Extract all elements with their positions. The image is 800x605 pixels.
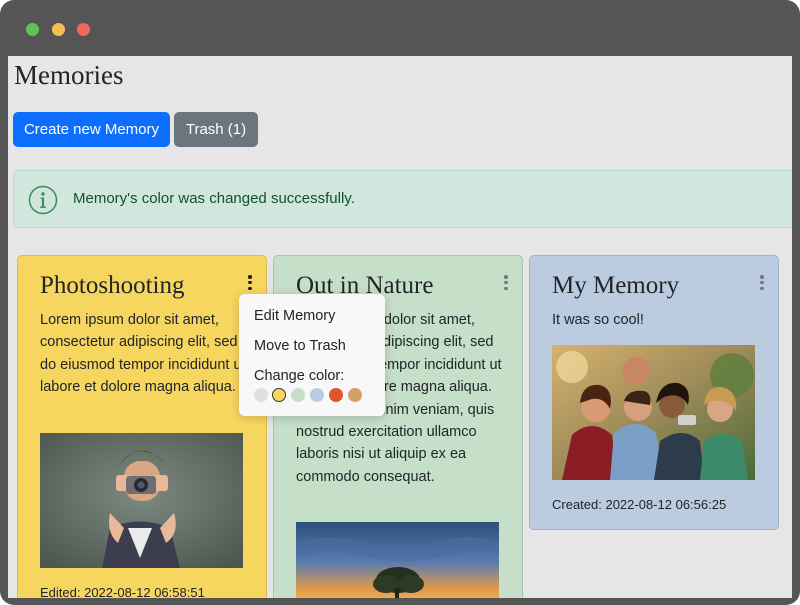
window-maximize-button[interactable] (52, 23, 65, 36)
change-color-label: Change color: (254, 368, 345, 384)
card-context-menu: Edit Memory Move to Trash Change color: (239, 294, 385, 416)
card-image-friends-selfie (552, 345, 755, 480)
color-swatch-yellow[interactable] (272, 388, 286, 402)
title-bar (0, 0, 800, 56)
color-swatch-gray[interactable] (254, 388, 268, 402)
card-menu-icon[interactable] (755, 273, 769, 293)
card-text: Lorem ipsum dolor sit amet, consectetur … (40, 312, 246, 396)
card-menu-icon[interactable] (243, 273, 257, 293)
color-swatch-red[interactable] (329, 388, 343, 402)
success-alert: Memory's color was changed successfully. (13, 170, 792, 228)
window-minimize-button[interactable] (26, 23, 39, 36)
sunset-tree-photo (296, 522, 499, 598)
color-swatch-green[interactable] (291, 388, 305, 402)
card-title: Photoshooting (40, 272, 185, 299)
card-title: My Memory (552, 272, 680, 299)
memory-card-my-memory[interactable]: My Memory It was so cool! Created: 2022-… (529, 255, 779, 530)
create-memory-button[interactable]: Create new Memory (13, 112, 170, 147)
page-viewport: Memories Create new Memory Trash (1) Mem… (8, 56, 792, 598)
color-swatch-blue[interactable] (310, 388, 324, 402)
card-edited-date: Edited: 2022-08-12 06:58:51 (40, 585, 205, 598)
trash-button[interactable]: Trash (1) (174, 112, 258, 147)
card-image-sunset-tree (296, 522, 499, 598)
move-to-trash-menu-item[interactable]: Move to Trash (254, 338, 346, 354)
card-menu-icon[interactable] (499, 273, 513, 293)
card-text: It was so cool! (552, 312, 644, 328)
info-circle-icon (28, 185, 58, 215)
color-swatch-tan[interactable] (348, 388, 362, 402)
window-close-button[interactable] (77, 23, 90, 36)
edit-memory-menu-item[interactable]: Edit Memory (254, 308, 335, 324)
memory-card-photoshooting[interactable]: Photoshooting Lorem ipsum dolor sit amet… (17, 255, 267, 598)
page-title: Memories (14, 60, 124, 90)
card-image-boy-with-camera (40, 433, 243, 568)
alert-message: Memory's color was changed successfully. (73, 190, 355, 207)
card-created-date: Created: 2022-08-12 06:56:25 (552, 497, 727, 512)
friends-selfie-photo (552, 345, 755, 480)
boy-with-camera-photo (40, 433, 243, 568)
browser-window: Memories Create new Memory Trash (1) Mem… (0, 0, 800, 605)
